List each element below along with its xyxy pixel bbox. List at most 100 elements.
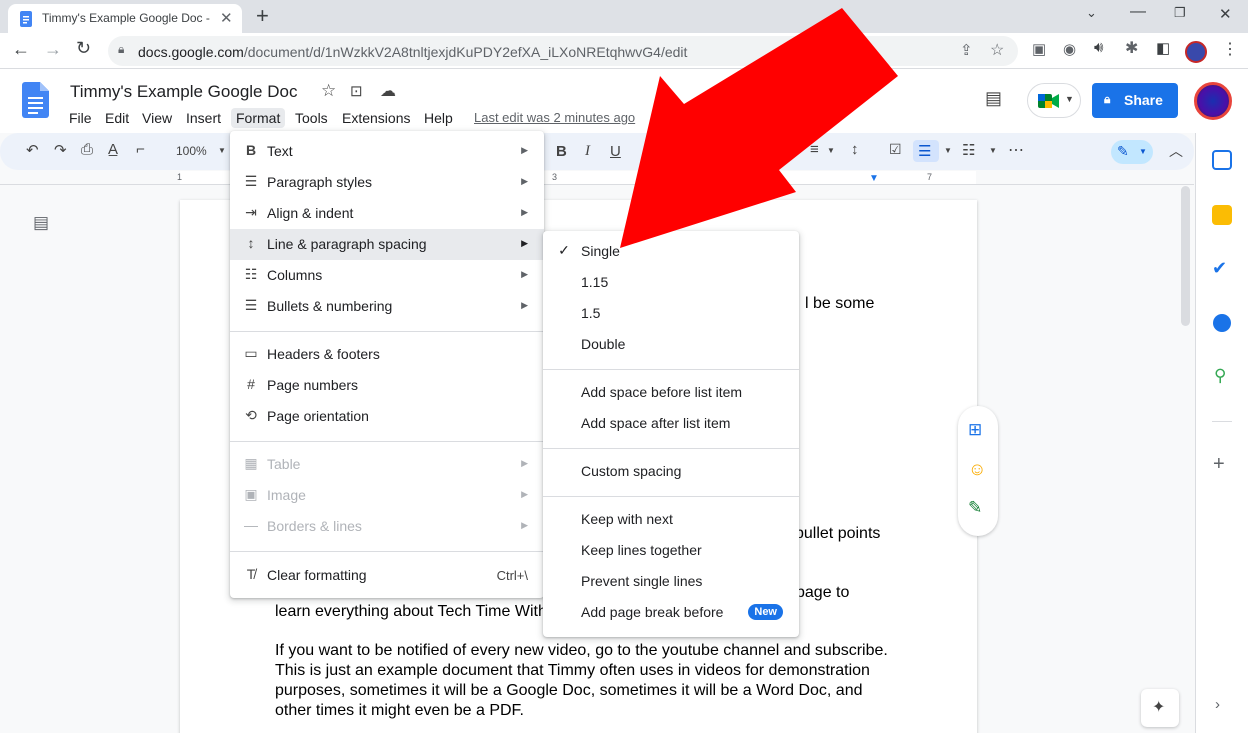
account-avatar[interactable] xyxy=(1194,82,1232,120)
docs-logo-icon[interactable] xyxy=(22,82,49,118)
prevent-single-lines[interactable]: Prevent single lines xyxy=(543,566,799,597)
new-tab-icon[interactable]: + xyxy=(256,3,269,29)
suggest-edits-icon[interactable]: ✎ xyxy=(968,498,982,518)
page-paragraph-line-3: purposes, sometimes it will be a Google … xyxy=(275,682,863,699)
page-paragraph-line-1: If you want to be notified of every new … xyxy=(275,642,888,659)
print-icon[interactable]: ⎙ xyxy=(81,141,93,158)
comment-history-icon[interactable]: ▤ xyxy=(985,88,1002,109)
back-icon[interactable]: ← xyxy=(12,39,30,60)
more-options-icon[interactable]: ⋯ xyxy=(1008,140,1024,160)
keep-icon[interactable] xyxy=(1212,205,1232,225)
format-menu-page-orientation[interactable]: ⟲ Page orientation xyxy=(230,401,544,432)
format-menu-align-indent[interactable]: ⇥ Align & indent ▶ xyxy=(230,198,544,229)
format-menu-page-numbers-label: Page numbers xyxy=(267,377,359,393)
cloud-saved-icon[interactable]: ☁ xyxy=(380,81,396,101)
tab-search-icon[interactable]: ⌄ xyxy=(1086,5,1097,21)
tasks-icon[interactable]: ✔ xyxy=(1212,258,1227,279)
reload-icon[interactable]: ↻ xyxy=(76,38,91,59)
hash-icon: # xyxy=(247,376,255,392)
numbered-dropdown-icon[interactable]: ▼ xyxy=(989,146,997,155)
image-icon: ▣ xyxy=(244,486,258,502)
keep-lines-together[interactable]: Keep lines together xyxy=(543,535,799,566)
add-page-break-before[interactable]: Add page break before New xyxy=(543,597,799,628)
speaker-icon[interactable]: 🔊︎ xyxy=(1094,39,1103,56)
browser-tab[interactable]: Timmy's Example Google Doc - G ✕ xyxy=(8,4,242,33)
profile-avatar[interactable] xyxy=(1185,41,1207,63)
zoom-select[interactable]: 100% xyxy=(176,144,207,158)
format-menu-bullets[interactable]: ☰ Bullets & numbering ▶ xyxy=(230,291,544,322)
forward-icon[interactable]: → xyxy=(44,39,62,60)
page-paragraph-line-4: other times it might even be a PDF. xyxy=(275,702,524,719)
get-addons-icon[interactable]: + xyxy=(1213,453,1225,476)
bullet-dropdown-icon[interactable]: ▼ xyxy=(944,146,952,155)
format-menu-line-spacing[interactable]: ↕ Line & paragraph spacing ▶ xyxy=(230,229,544,260)
format-menu-headers-footers[interactable]: ▭ Headers & footers xyxy=(230,339,544,370)
redo-icon[interactable]: ↷ xyxy=(54,141,67,159)
bookmark-star-icon[interactable]: ☆ xyxy=(990,40,1004,60)
maps-icon[interactable]: ⚲ xyxy=(1214,366,1226,386)
spacing-1-15[interactable]: 1.15 xyxy=(543,267,799,298)
keep-with-next-label: Keep with next xyxy=(581,511,673,527)
document-outline-icon[interactable]: ▤ xyxy=(33,213,49,233)
add-space-before[interactable]: Add space before list item xyxy=(543,377,799,408)
format-menu-page-numbers[interactable]: # Page numbers xyxy=(230,370,544,401)
menu-format[interactable]: Format xyxy=(231,108,286,128)
menu-help[interactable]: Help xyxy=(419,108,458,128)
spellcheck-icon[interactable]: A̲ xyxy=(108,141,118,158)
emoji-reaction-icon[interactable]: ☺ xyxy=(968,459,986,480)
menu-file[interactable]: File xyxy=(64,108,97,128)
format-menu-columns[interactable]: ☷ Columns ▶ xyxy=(230,260,544,291)
show-side-panel-icon[interactable]: › xyxy=(1215,696,1220,713)
contacts-icon[interactable] xyxy=(1213,314,1231,332)
submenu-arrow-icon: ▶ xyxy=(521,300,528,310)
extension-icon-1[interactable]: ▣ xyxy=(1032,40,1046,58)
extensions-puzzle-icon[interactable]: ✱ xyxy=(1125,38,1138,58)
add-comment-icon[interactable]: ⊞ xyxy=(968,420,982,440)
hide-menus-icon[interactable]: ︿ xyxy=(1169,141,1183,161)
spacing-1-5[interactable]: 1.5 xyxy=(543,298,799,329)
undo-icon[interactable]: ↶ xyxy=(26,141,39,159)
close-window-icon[interactable]: ✕ xyxy=(1219,5,1232,23)
move-folder-icon[interactable]: ⊡ xyxy=(350,82,363,100)
calendar-icon[interactable] xyxy=(1212,150,1232,170)
spacing-1-15-label: 1.15 xyxy=(581,274,609,290)
share-button[interactable]: 🔒︎ Share xyxy=(1092,83,1178,118)
add-page-break-before-label: Add page break before xyxy=(581,604,724,620)
floating-action-bar: ⊞ ☺ ✎ xyxy=(958,406,998,536)
format-menu-clear-formatting[interactable]: T̸ Clear formatting Ctrl+\ xyxy=(230,560,544,591)
spacing-double[interactable]: Double xyxy=(543,329,799,360)
paint-format-icon[interactable]: ⌐ xyxy=(136,141,145,158)
explore-button[interactable]: ✦ xyxy=(1141,689,1179,727)
menu-view[interactable]: View xyxy=(137,108,177,128)
close-tab-icon[interactable]: ✕ xyxy=(220,9,233,27)
menu-tools[interactable]: Tools xyxy=(290,108,333,128)
paragraph-styles-icon: ☰ xyxy=(244,173,258,189)
camera-icon[interactable]: ◉ xyxy=(1063,40,1076,58)
restore-icon[interactable]: ❐ xyxy=(1174,5,1186,21)
side-panel-icon[interactable]: ◧ xyxy=(1156,39,1170,57)
menu-extensions[interactable]: Extensions xyxy=(337,108,415,128)
pencil-icon: ✎ xyxy=(1117,143,1129,159)
bullets-icon: ☰ xyxy=(244,297,258,313)
editing-mode-button[interactable]: ✎ ▼ xyxy=(1111,140,1153,164)
keep-with-next[interactable]: Keep with next xyxy=(543,504,799,535)
menu-insert[interactable]: Insert xyxy=(181,108,226,128)
format-menu-text-label: Text xyxy=(267,143,293,159)
format-menu-columns-label: Columns xyxy=(267,267,323,283)
doc-title[interactable]: Timmy's Example Google Doc xyxy=(70,82,297,102)
star-icon[interactable]: ☆ xyxy=(321,81,336,101)
minimize-icon[interactable]: — xyxy=(1130,3,1146,21)
numbered-list-icon[interactable]: ☷ xyxy=(962,141,975,159)
meet-button[interactable]: ▼ xyxy=(1027,83,1081,118)
add-space-after[interactable]: Add space after list item xyxy=(543,408,799,439)
lock-share-icon: 🔒︎ xyxy=(1104,92,1111,106)
format-menu-text[interactable]: B Text ▶ xyxy=(230,136,544,167)
menu-edit[interactable]: Edit xyxy=(100,108,134,128)
share-page-icon[interactable]: ⇪ xyxy=(960,41,973,59)
format-menu-paragraph-styles[interactable]: ☰ Paragraph styles ▶ xyxy=(230,167,544,198)
chrome-menu-icon[interactable]: ⋮ xyxy=(1222,39,1238,59)
zoom-dropdown-icon[interactable]: ▼ xyxy=(218,146,226,155)
scrollbar-thumb[interactable] xyxy=(1181,186,1190,326)
custom-spacing[interactable]: Custom spacing xyxy=(543,456,799,487)
docs-favicon-icon xyxy=(20,11,32,27)
